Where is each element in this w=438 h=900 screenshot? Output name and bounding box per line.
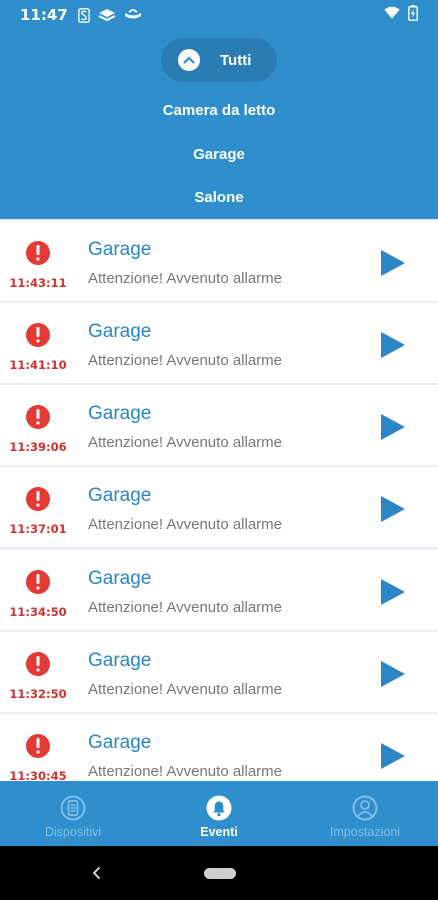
alert-icon: [26, 487, 50, 511]
event-title: Garage: [88, 650, 152, 671]
play-icon[interactable]: [380, 742, 406, 775]
event-time: 11:34:50: [9, 605, 67, 619]
chevron-up-icon: [178, 49, 200, 71]
filter-option-camera-da-letto[interactable]: Camera da letto: [0, 102, 438, 119]
filter-option-salone[interactable]: Salone: [0, 189, 438, 206]
event-title: Garage: [88, 239, 152, 260]
event-time: 11:43:11: [9, 276, 67, 290]
play-icon[interactable]: [380, 578, 406, 611]
battery-icon: [408, 4, 418, 26]
event-row[interactable]: 11:34:50 Garage Attenzione! Avvenuto all…: [0, 550, 438, 630]
bell-icon: [206, 795, 232, 821]
user-icon: [352, 795, 378, 821]
event-title: Garage: [88, 403, 152, 424]
event-message: Attenzione! Avvenuto allarme: [88, 599, 283, 616]
layers-icon: [98, 8, 116, 23]
filter-panel: Tutti Camera da letto Garage Salone: [0, 30, 438, 219]
tab-label: Impostazioni: [329, 825, 401, 839]
tab-dispositivi[interactable]: Dispositivi: [0, 781, 146, 846]
event-time: 11:32:50: [9, 687, 67, 701]
play-icon[interactable]: [380, 331, 406, 364]
event-title: Garage: [88, 568, 152, 589]
s-notification-icon: [77, 7, 90, 23]
alert-icon: [26, 734, 50, 758]
event-message: Attenzione! Avvenuto allarme: [88, 681, 283, 698]
event-row[interactable]: 11:37:01 Garage Attenzione! Avvenuto all…: [0, 467, 438, 547]
event-message: Attenzione! Avvenuto allarme: [88, 763, 283, 780]
play-icon[interactable]: [380, 413, 406, 446]
event-title: Garage: [88, 732, 152, 753]
play-icon[interactable]: [380, 249, 406, 282]
filter-toggle-button[interactable]: Tutti: [161, 38, 277, 82]
event-message: Attenzione! Avvenuto allarme: [88, 270, 283, 287]
alert-icon: [26, 323, 50, 347]
event-message: Attenzione! Avvenuto allarme: [88, 516, 283, 533]
status-bar: 11:47: [0, 0, 438, 30]
bottom-nav: Dispositivi Eventi Impostazioni: [0, 781, 438, 846]
tab-eventi[interactable]: Eventi: [146, 781, 292, 846]
event-time: 11:37:01: [9, 522, 67, 536]
tab-label: Eventi: [200, 825, 238, 839]
filter-selected-label: Tutti: [220, 51, 252, 69]
status-time: 11:47: [20, 6, 68, 24]
event-message: Attenzione! Avvenuto allarme: [88, 352, 283, 369]
event-list: 11:43:11 Garage Attenzione! Avvenuto all…: [0, 219, 438, 781]
event-row[interactable]: 11:41:10 Garage Attenzione! Avvenuto all…: [0, 303, 438, 383]
hat-icon: [124, 9, 142, 21]
devices-icon: [60, 795, 86, 821]
event-message: Attenzione! Avvenuto allarme: [88, 434, 283, 451]
event-time: 11:30:45: [9, 769, 67, 781]
filter-option-garage[interactable]: Garage: [0, 146, 438, 163]
wifi-icon: [384, 6, 400, 24]
home-pill-button[interactable]: [204, 868, 236, 879]
event-title: Garage: [88, 485, 152, 506]
event-row[interactable]: 11:30:45 Garage Attenzione! Avvenuto all…: [0, 714, 438, 781]
alert-icon: [26, 405, 50, 429]
event-title: Garage: [88, 321, 152, 342]
event-row[interactable]: 11:32:50 Garage Attenzione! Avvenuto all…: [0, 632, 438, 712]
alert-icon: [26, 241, 50, 265]
event-time: 11:39:06: [9, 440, 67, 454]
alert-icon: [26, 652, 50, 676]
tab-impostazioni[interactable]: Impostazioni: [292, 781, 438, 846]
play-icon[interactable]: [380, 495, 406, 528]
system-nav-bar: [0, 846, 438, 900]
alert-icon: [26, 570, 50, 594]
event-row[interactable]: 11:39:06 Garage Attenzione! Avvenuto all…: [0, 385, 438, 465]
event-row[interactable]: 11:43:11 Garage Attenzione! Avvenuto all…: [0, 221, 438, 301]
play-icon[interactable]: [380, 660, 406, 693]
tab-label: Dispositivi: [44, 825, 102, 839]
event-time: 11:41:10: [9, 358, 67, 372]
back-icon[interactable]: [92, 866, 101, 885]
